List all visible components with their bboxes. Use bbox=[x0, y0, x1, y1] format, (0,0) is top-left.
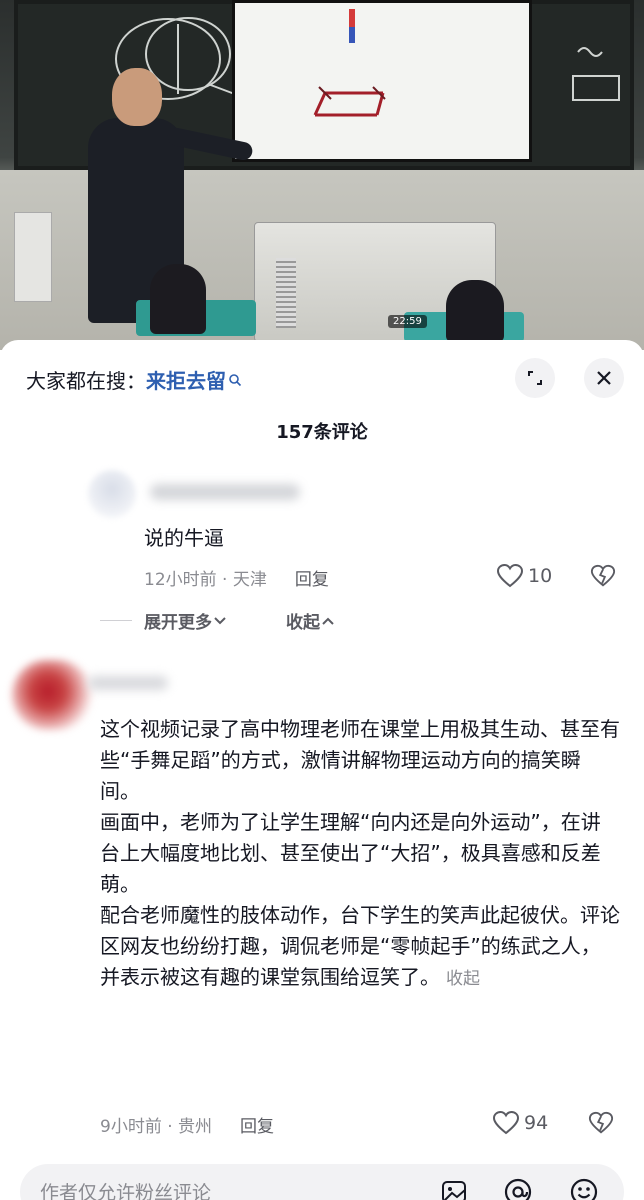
image-icon bbox=[442, 1181, 466, 1200]
student-figure bbox=[150, 264, 206, 334]
thread-divider bbox=[100, 620, 132, 621]
comment-meta: 12小时前 · 天津 回复 bbox=[144, 565, 329, 590]
comment-text: 说的牛逼 bbox=[144, 526, 224, 550]
teacher-head bbox=[112, 68, 162, 126]
avatar[interactable] bbox=[88, 470, 136, 518]
search-suggestion[interactable]: 大家都在搜： 来拒去留 bbox=[26, 362, 242, 396]
heart-icon bbox=[492, 1110, 520, 1135]
thread-controls: 展开更多 收起 bbox=[100, 608, 336, 633]
lectern-vent bbox=[276, 258, 296, 328]
comment-screen: { "video": { "timestamp": "22:59" }, "se… bbox=[0, 0, 644, 1200]
search-icon bbox=[228, 368, 242, 387]
expand-more-label: 展开更多 bbox=[144, 613, 212, 633]
reply-button[interactable]: 回复 bbox=[240, 1112, 274, 1137]
close-button[interactable] bbox=[584, 358, 624, 398]
comment-time-location: 12小时前 · 天津 bbox=[144, 570, 267, 590]
expand-icon bbox=[528, 371, 542, 385]
collapse-label: 收起 bbox=[286, 613, 320, 633]
like-count: 94 bbox=[524, 1112, 549, 1134]
mention-button[interactable] bbox=[500, 1174, 536, 1200]
comment-paragraph-text: 配合老师魔性的肢体动作，台下学生的笑声此起彼伏。评论区网友也纷纷打趣，调侃老师是… bbox=[100, 903, 620, 989]
reply-button[interactable]: 回复 bbox=[295, 565, 329, 590]
username-redacted bbox=[88, 676, 168, 690]
emoji-icon bbox=[570, 1178, 598, 1200]
comment-paragraph: 画面中，老师为了让学生理解“向内还是向外运动”，在讲台上大幅度地比划、甚至使出了… bbox=[100, 810, 601, 896]
comment-text: 这个视频记录了高中物理老师在课堂上用极其生动、甚至有些“手舞足蹈”的方式，激情讲… bbox=[100, 714, 620, 995]
chevron-up-icon bbox=[322, 617, 334, 625]
video-timestamp: 22:59 bbox=[388, 315, 427, 328]
like-count: 10 bbox=[528, 565, 553, 587]
dislike-button[interactable] bbox=[590, 563, 616, 593]
student-figure bbox=[446, 280, 504, 342]
comment-input-placeholder: 作者仅允许粉丝评论 bbox=[40, 1182, 212, 1200]
expand-button[interactable] bbox=[515, 358, 555, 398]
like-button[interactable]: 10 bbox=[496, 563, 552, 589]
comment-count: 157条评论 bbox=[276, 422, 368, 443]
broken-heart-icon bbox=[590, 564, 616, 587]
username-redacted bbox=[150, 484, 300, 500]
whiteboard bbox=[232, 0, 532, 162]
like-button[interactable]: 94 bbox=[492, 1110, 548, 1136]
comment-time-location: 9小时前 · 贵州 bbox=[100, 1117, 213, 1137]
dislike-button[interactable] bbox=[588, 1110, 614, 1140]
chevron-down-icon bbox=[214, 616, 226, 624]
expand-more-button[interactable]: 展开更多 bbox=[144, 608, 228, 633]
comment-paragraph: 这个视频记录了高中物理老师在课堂上用极其生动、甚至有些“手舞足蹈”的方式，激情讲… bbox=[100, 717, 620, 803]
printer bbox=[14, 212, 52, 302]
comment-paragraph: 配合老师魔性的肢体动作，台下学生的笑声此起彼伏。评论区网友也纷纷打趣，调侃老师是… bbox=[100, 900, 620, 995]
search-suggestion-prefix: 大家都在搜： bbox=[26, 368, 146, 393]
close-icon bbox=[597, 371, 611, 385]
avatar[interactable] bbox=[12, 660, 92, 730]
at-sign-icon bbox=[504, 1178, 532, 1200]
image-button[interactable] bbox=[436, 1174, 472, 1200]
heart-icon bbox=[496, 563, 524, 588]
video-player[interactable]: 22:59 bbox=[0, 0, 644, 350]
inline-collapse-button[interactable]: 收起 bbox=[446, 969, 480, 989]
search-suggestion-term[interactable]: 来拒去留 bbox=[146, 365, 226, 394]
broken-heart-icon bbox=[588, 1111, 614, 1134]
comment-meta: 9小时前 · 贵州 回复 bbox=[100, 1112, 274, 1137]
emoji-button[interactable] bbox=[566, 1174, 602, 1200]
collapse-button[interactable]: 收起 bbox=[286, 608, 336, 633]
